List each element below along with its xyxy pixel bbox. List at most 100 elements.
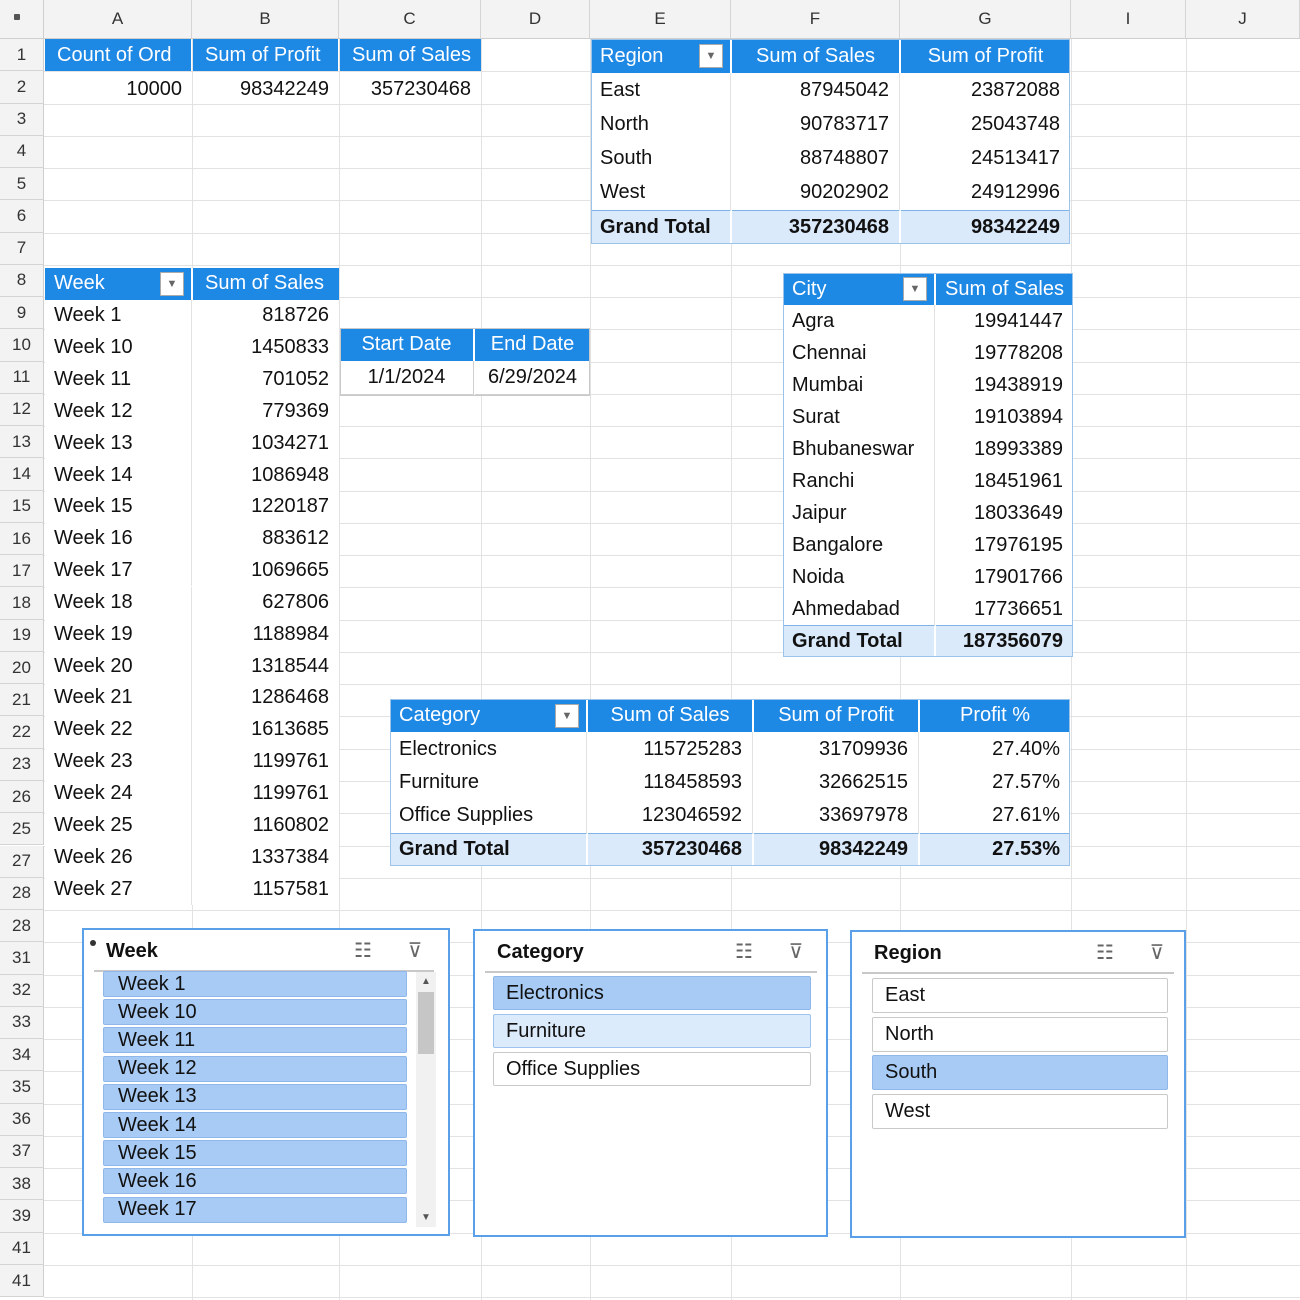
slicer-item-week[interactable]: Week 12	[103, 1055, 407, 1082]
row-header[interactable]: 27	[0, 845, 44, 878]
column-header-f[interactable]: F	[731, 0, 900, 39]
region-pivot-row-label[interactable]: South	[591, 141, 731, 176]
city-pivot-cell[interactable]: 18993389	[936, 433, 1073, 465]
row-header[interactable]: 37	[0, 1135, 44, 1169]
summary-header[interactable]: Sum of Profit	[193, 39, 339, 71]
week-pivot-cell[interactable]: 1450833	[193, 332, 339, 364]
region-pivot-grand-total-label[interactable]: Grand Total	[591, 210, 731, 245]
city-pivot-row-label[interactable]: Bhubaneswar	[783, 433, 935, 465]
city-pivot-row-label[interactable]: Jaipur	[783, 497, 935, 529]
category-pivot-row-label[interactable]: Electronics	[390, 732, 587, 766]
column-header-g[interactable]: G	[900, 0, 1071, 39]
region-pivot-row-label[interactable]: East	[591, 73, 731, 108]
week-pivot-cell[interactable]: 1318544	[193, 650, 339, 682]
region-pivot-cell[interactable]: 24912996	[901, 176, 1070, 210]
city-pivot-cell[interactable]: 19941447	[936, 305, 1073, 337]
week-slicer-scroll-thumb[interactable]	[418, 992, 434, 1054]
slicer-item-region[interactable]: West	[872, 1093, 1168, 1129]
city-pivot-grand-total-value[interactable]: 187356079	[936, 625, 1073, 657]
column-header-i[interactable]: I	[1071, 0, 1186, 39]
slicer-item-week[interactable]: Week 11	[103, 1027, 407, 1054]
city-pivot-row-label[interactable]: Surat	[783, 401, 935, 433]
city-pivot-header[interactable]: Sum of Sales	[936, 273, 1073, 305]
row-header[interactable]: 21	[0, 684, 44, 717]
week-pivot-cell[interactable]: 1613685	[193, 714, 339, 746]
row-header[interactable]: 33	[0, 1006, 44, 1040]
week-pivot-cell[interactable]: 1286468	[193, 682, 339, 714]
date-header[interactable]: Start Date	[340, 328, 474, 361]
summary-value[interactable]: 98342249	[193, 72, 339, 106]
week-pivot-cell[interactable]: 1220187	[193, 491, 339, 523]
row-header[interactable]: 32	[0, 974, 44, 1007]
region-pivot-row-label[interactable]: North	[591, 107, 731, 142]
week-pivot-row-label[interactable]: Week 20	[45, 650, 192, 683]
week-pivot-cell[interactable]: 1069665	[193, 555, 339, 587]
row-header[interactable]: 4	[0, 135, 44, 169]
week-pivot-row-label[interactable]: Week 16	[45, 522, 192, 555]
row-header[interactable]: 1	[0, 39, 44, 72]
city-pivot-cell[interactable]: 17901766	[936, 561, 1073, 593]
row-header[interactable]: 39	[0, 1200, 44, 1233]
city-pivot-cell[interactable]: 19103894	[936, 401, 1073, 433]
row-header[interactable]: 18	[0, 587, 44, 620]
city-pivot-row-label[interactable]: Ranchi	[783, 465, 935, 497]
row-header[interactable]: 19	[0, 619, 44, 652]
city-pivot-cell[interactable]: 19778208	[936, 337, 1073, 369]
slicer-item-category[interactable]: Office Supplies	[493, 1052, 811, 1086]
week-pivot-row-label[interactable]: Week 24	[45, 777, 192, 810]
slicer-item-category[interactable]: Electronics	[493, 976, 811, 1010]
column-header-j[interactable]: J	[1186, 0, 1300, 39]
slicer-item-week[interactable]: Week 10	[103, 999, 407, 1026]
week-pivot-row-label[interactable]: Week 26	[45, 841, 192, 874]
category-pivot-cell[interactable]: 27.57%	[920, 766, 1070, 799]
week-pivot-row-label[interactable]: Week 1	[45, 299, 192, 332]
row-header[interactable]: 34	[0, 1039, 44, 1072]
summary-header[interactable]: Count of Ord	[45, 39, 192, 71]
category-pivot-cell[interactable]: 31709936	[754, 732, 919, 766]
city-pivot-row-label[interactable]: Ahmedabad	[783, 593, 935, 625]
row-header[interactable]: 41	[0, 1232, 44, 1265]
week-pivot-row-label[interactable]: Week 27	[45, 873, 192, 905]
row-header[interactable]: 16	[0, 522, 44, 556]
week-pivot-row-label[interactable]: Week 12	[45, 395, 192, 428]
row-header[interactable]: 31	[0, 942, 44, 975]
region-pivot-cell[interactable]: 90783717	[732, 107, 900, 142]
category-pivot-row-label[interactable]: Office Supplies	[390, 799, 587, 833]
week-pivot-cell[interactable]: 1157581	[193, 873, 339, 905]
row-header[interactable]: 3	[0, 103, 44, 136]
column-header-a[interactable]: A	[44, 0, 192, 39]
region-pivot-row-label[interactable]: West	[591, 175, 731, 210]
scroll-up-icon[interactable]: ▲	[418, 972, 434, 990]
slicer-item-category[interactable]: Furniture	[493, 1014, 811, 1048]
slicer-item-region[interactable]: South	[872, 1055, 1168, 1090]
week-pivot-cell[interactable]: 1160802	[193, 809, 339, 841]
multi-select-icon[interactable]: ☷	[350, 938, 376, 962]
category-pivot-grand-total-value[interactable]: 27.53%	[920, 832, 1070, 866]
week-pivot-cell[interactable]: 883612	[193, 523, 339, 555]
column-header-e[interactable]: E	[590, 0, 731, 39]
summary-value[interactable]: 357230468	[340, 72, 481, 106]
week-pivot-cell[interactable]: 1034271	[193, 427, 339, 459]
date-value[interactable]: 6/29/2024	[475, 361, 590, 395]
row-header[interactable]: 26	[0, 780, 44, 814]
row-header[interactable]: 41	[0, 1264, 44, 1298]
row-header[interactable]: 6	[0, 200, 44, 233]
week-pivot-row-label[interactable]: Week 10	[45, 331, 192, 364]
category-pivot-grand-total-value[interactable]: 357230468	[588, 832, 753, 866]
category-pivot-cell[interactable]: 27.61%	[920, 799, 1070, 832]
slicer-item-week[interactable]: Week 15	[103, 1140, 407, 1167]
row-header[interactable]: 22	[0, 716, 44, 749]
clear-filter-icon[interactable]: ⊽	[1144, 940, 1170, 964]
city-pivot-cell[interactable]: 19438919	[936, 369, 1073, 401]
week-pivot-row-label[interactable]: Week 23	[45, 745, 192, 778]
week-pivot-row-label[interactable]: Week 22	[45, 713, 192, 746]
date-header[interactable]: End Date	[475, 328, 590, 361]
week-pivot-cell[interactable]: 1199761	[193, 778, 339, 810]
category-pivot-header[interactable]: Sum of Profit	[754, 699, 919, 733]
column-header-d[interactable]: D	[481, 0, 590, 39]
row-header[interactable]: 7	[0, 232, 44, 265]
week-pivot-cell[interactable]: 701052	[193, 364, 339, 396]
city-pivot-row-label[interactable]: Agra	[783, 305, 935, 337]
category-pivot-cell[interactable]: 123046592	[588, 799, 753, 833]
category-pivot-grand-total-label[interactable]: Grand Total	[390, 832, 587, 866]
